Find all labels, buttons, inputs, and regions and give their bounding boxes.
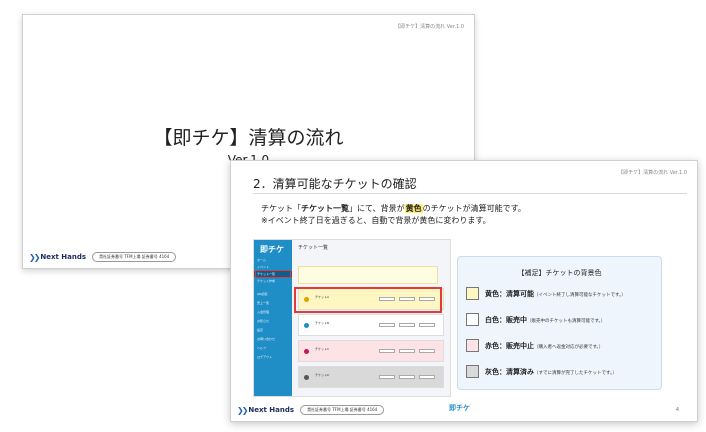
- legend-swatch: [466, 313, 479, 326]
- legend-label: 黄色：清算可能（イベント終了し清算可能なチケットです。）: [485, 289, 626, 299]
- desc-text: チケット「: [261, 204, 301, 213]
- chevron-logo-icon: ❯❯: [237, 405, 248, 415]
- legend-row: 白色：販売中（販売中のチケットも清算可能です。）: [466, 313, 605, 326]
- legend-swatch: [466, 339, 479, 352]
- legend-label: 灰色：清算済み（すでに清算が完了したチケットです。）: [485, 367, 617, 377]
- desc-text: 」にて、背景が: [349, 204, 405, 213]
- highlight-red-box: [294, 287, 442, 313]
- ticket-button: [379, 375, 395, 379]
- description-line-2: ※イベント終了日を過ぎると、自動で背景が黄色に変わります。: [261, 216, 491, 225]
- legend-label-text: 黄色：清算可能: [485, 289, 534, 298]
- ticket-button: [399, 375, 415, 379]
- legend-panel: 【補足】チケットの背景色 黄色：清算可能（イベント終了し清算可能なチケットです。…: [457, 256, 662, 390]
- ticket-button: [419, 349, 435, 353]
- desc-bold: チケット一覧: [301, 204, 349, 213]
- slide-footer: ❯❯ Next Hands 貴社証券番号 TFM上場 証券番号 4164: [29, 252, 177, 262]
- ticket-icon: [304, 323, 309, 328]
- sidebar-item: お問い合わせ: [257, 337, 276, 341]
- legend-title: 【補足】チケットの背景色: [517, 269, 602, 277]
- slide-footer: ❯❯ Next Hands 貴社証券番号 TFM上場 証券番号 4164: [237, 405, 385, 415]
- app-notice: [298, 266, 438, 284]
- slide-heading: 2．清算可能なチケットの確認: [253, 177, 417, 191]
- listing-pill: 貴社証券番号 TFM上場 証券番号 4164: [92, 252, 177, 262]
- sidebar-item: ログアウト: [257, 355, 273, 359]
- ticket-card-white: チケットB: [298, 314, 444, 336]
- ticket-card-pink: チケットC: [298, 340, 444, 362]
- slide-description: チケット「チケット一覧」にて、背景が黄色のチケットが清算可能です。 ※イベント終…: [261, 203, 526, 227]
- content-slide[interactable]: 【即チケ】清算の流れ Ver.1.0 2．清算可能なチケットの確認 チケット「チ…: [230, 160, 698, 422]
- ticket-button: [379, 349, 395, 353]
- legend-label: 赤色：販売中止（購入者へ返金対応が必要です。）: [485, 341, 603, 351]
- sidebar-item: お知らせ: [257, 319, 269, 323]
- sidebar-item: QR読取: [257, 292, 268, 296]
- ticket-button: [379, 323, 395, 327]
- legend-note: （購入者へ返金対応が必要です。）: [534, 344, 604, 350]
- brand-name: Next Hands: [248, 406, 295, 414]
- desc-text: のチケットが清算可能です。: [422, 204, 526, 213]
- legend-note: （すでに清算が完了したチケットです。）: [534, 370, 617, 376]
- app-logo: 即チケ: [260, 245, 284, 254]
- ticket-button: [399, 349, 415, 353]
- slide-title: 【即チケ】清算の流れ: [153, 127, 344, 149]
- legend-row: 黄色：清算可能（イベント終了し清算可能なチケットです。）: [466, 287, 626, 300]
- sidebar-item: ホーム: [257, 258, 266, 262]
- presentation-stage: 【即チケ】清算の流れ Ver.1.0 【即チケ】清算の流れ Ver.1.0 ❯❯…: [0, 0, 706, 432]
- page-number: 4: [675, 407, 679, 413]
- sidebar-item: イベント: [257, 265, 270, 269]
- brand-logo: ❯❯ Next Hands: [237, 406, 294, 415]
- sidebar-highlight-box: [255, 270, 291, 278]
- slide-corner-label: 【即チケ】清算の流れ Ver.1.0: [395, 24, 464, 30]
- legend-label-text: 灰色：清算済み: [485, 367, 534, 376]
- app-page-title: チケット一覧: [298, 245, 329, 251]
- brand-logo: ❯❯ Next Hands: [29, 253, 86, 262]
- legend-note: （イベント終了し清算可能なチケットです。）: [534, 292, 626, 298]
- sidebar-item: 売上一覧: [257, 301, 270, 305]
- ticket-name: チケットC: [315, 347, 330, 351]
- sidebar-item: チケット作成: [257, 279, 276, 283]
- listing-pill: 貴社証券番号 TFM上場 証券番号 4164: [300, 405, 385, 415]
- ticket-icon: [304, 375, 309, 380]
- ticket-card-gray: チケットD: [298, 366, 444, 388]
- slide-corner-label: 【即チケ】清算の流れ Ver.1.0: [618, 170, 687, 176]
- app-screenshot: 即チケ ホーム イベント チケット一覧 チケット作成 QR読取 売上一覧 入金管…: [253, 239, 451, 397]
- desc-highlight: 黄色: [404, 204, 423, 213]
- ticket-button: [419, 323, 435, 327]
- sidebar-item: 設定: [257, 328, 264, 332]
- legend-label: 白色：販売中（販売中のチケットも清算可能です。）: [485, 315, 605, 325]
- ticket-name: チケットD: [315, 373, 330, 377]
- legend-note: （販売中のチケットも清算可能です。）: [527, 318, 606, 324]
- chevron-logo-icon: ❯❯: [29, 252, 40, 262]
- sidebar-item: 入金管理: [257, 310, 270, 314]
- app-main: チケット一覧 チケットA チケットB チケットC チケットD: [292, 240, 450, 396]
- ticket-icon: [304, 349, 309, 354]
- legend-swatch: [466, 365, 479, 378]
- brand-name: Next Hands: [40, 253, 87, 261]
- ticket-name: チケットB: [315, 321, 330, 325]
- footer-app-logo: 即チケ: [449, 404, 470, 412]
- heading-divider: [253, 193, 687, 194]
- app-sidebar: 即チケ ホーム イベント チケット一覧 チケット作成 QR読取 売上一覧 入金管…: [254, 240, 292, 396]
- legend-row: 灰色：清算済み（すでに清算が完了したチケットです。）: [466, 365, 617, 378]
- legend-label-text: 白色：販売中: [485, 315, 527, 324]
- ticket-button: [419, 375, 435, 379]
- legend-label-text: 赤色：販売中止: [485, 341, 534, 350]
- ticket-button: [399, 323, 415, 327]
- description-line-1: チケット「チケット一覧」にて、背景が黄色のチケットが清算可能です。: [261, 203, 526, 215]
- legend-swatch: [466, 287, 479, 300]
- sidebar-item: ヘルプ: [257, 346, 267, 350]
- legend-row: 赤色：販売中止（購入者へ返金対応が必要です。）: [466, 339, 603, 352]
